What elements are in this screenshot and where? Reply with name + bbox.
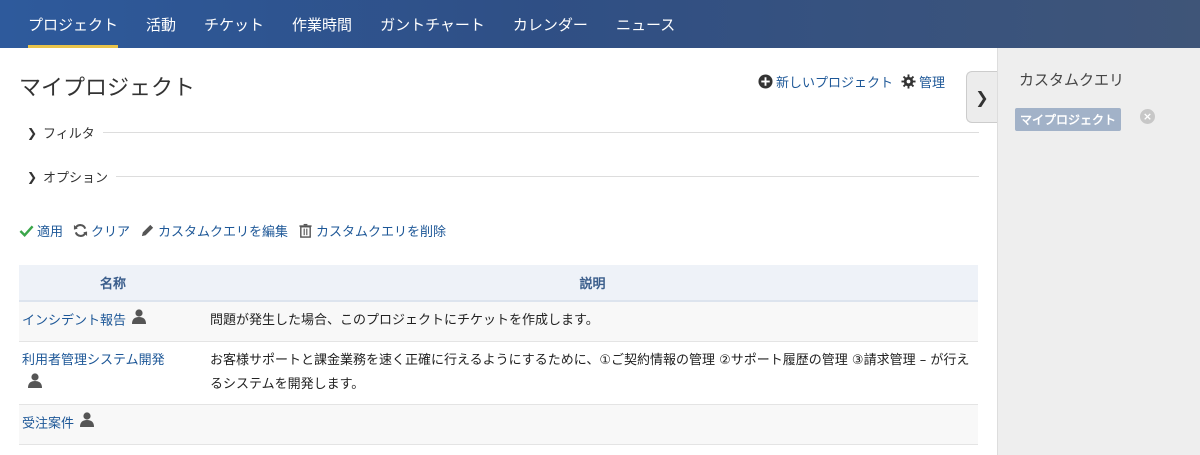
apply-label: 適用: [37, 225, 64, 240]
top-nav: プロジェクト 活動 チケット 作業時間 ガントチャート カレンダー ニュース: [0, 0, 1200, 48]
pencil-icon: [140, 223, 155, 238]
apply-link[interactable]: 適用: [19, 221, 63, 240]
query-actions: 適用 クリア カスタムクエリを編集 カスタムクエリを削除: [19, 221, 446, 240]
trash-icon: [298, 223, 313, 238]
filter-label: フィルタ: [43, 127, 95, 142]
sidebar-toggle-button[interactable]: ❯: [966, 71, 997, 123]
title-actions: 新しいプロジェクト 管理: [758, 72, 945, 91]
reload-icon: [73, 223, 88, 238]
admin-link[interactable]: 管理: [901, 72, 945, 91]
divider: [102, 132, 979, 133]
close-icon[interactable]: ×: [1140, 109, 1155, 124]
nav-item-calendar[interactable]: カレンダー: [499, 0, 602, 48]
new-project-label: 新しいプロジェクト: [775, 76, 893, 91]
checkmark-icon: [19, 223, 34, 238]
chevron-right-icon: ❯: [27, 169, 38, 184]
filter-section-toggle[interactable]: ❯ フィルタ: [19, 123, 979, 142]
project-link[interactable]: 受注案件: [22, 417, 74, 432]
table-row: インシデント報告 問題が発生した場合、このプロジェクトにチケットを作成します。: [19, 301, 978, 342]
page-title: マイプロジェクト: [19, 76, 196, 101]
project-description-cell: 問題が発生した場合、このプロジェクトにチケットを作成します。: [207, 301, 978, 342]
project-link[interactable]: 利用者管理システム開発: [22, 353, 165, 368]
projects-table: 名称 説明 インシデント報告 問題が発生した場合、このプロジェクトにチケットを作…: [19, 265, 978, 445]
project-link[interactable]: インシデント報告: [22, 314, 126, 329]
nav-item-issues[interactable]: チケット: [190, 0, 278, 48]
clear-link[interactable]: クリア: [73, 221, 130, 240]
column-header-name[interactable]: 名称: [19, 265, 207, 302]
chevron-right-icon: ❯: [27, 125, 38, 140]
user-icon: [80, 412, 95, 436]
sidebar: カスタムクエリ マイプロジェクト ×: [997, 48, 1200, 455]
project-description-cell: [207, 404, 978, 445]
nav-item-gantt[interactable]: ガントチャート: [366, 0, 499, 48]
plus-circle-icon: [758, 74, 773, 89]
table-row: 利用者管理システム開発 お客様サポートと課金業務を速く正確に行えるようにするため…: [19, 341, 978, 405]
user-icon: [132, 309, 147, 333]
edit-query-link[interactable]: カスタムクエリを編集: [140, 221, 288, 240]
divider: [116, 176, 979, 177]
options-label: オプション: [43, 171, 109, 186]
chevron-right-icon: ❯: [975, 87, 989, 107]
clear-label: クリア: [91, 225, 131, 240]
nav-item-projects[interactable]: プロジェクト: [14, 0, 132, 48]
project-description-cell: お客様サポートと課金業務を速く正確に行えるようにするために、①ご契約情報の管理 …: [207, 341, 978, 405]
delete-query-link[interactable]: カスタムクエリを削除: [298, 221, 446, 240]
gear-icon: [901, 74, 916, 89]
table-header-row: 名称 説明: [19, 265, 978, 302]
main-content: マイプロジェクト 新しいプロジェクト 管理 ❯ フィルタ ❯ オプション 適用 …: [0, 48, 997, 455]
admin-label: 管理: [918, 76, 945, 91]
new-project-link[interactable]: 新しいプロジェクト: [758, 72, 893, 91]
saved-query-link[interactable]: マイプロジェクト: [1015, 108, 1122, 131]
project-name-cell: 受注案件: [19, 404, 207, 445]
table-row: 受注案件: [19, 404, 978, 445]
edit-query-label: カスタムクエリを編集: [158, 225, 289, 240]
user-icon: [28, 372, 42, 397]
delete-query-label: カスタムクエリを削除: [316, 225, 447, 240]
nav-item-activity[interactable]: 活動: [132, 0, 190, 48]
column-header-description[interactable]: 説明: [207, 265, 978, 302]
project-name-cell: 利用者管理システム開発: [19, 341, 207, 405]
nav-item-time-entries[interactable]: 作業時間: [278, 0, 366, 48]
options-section-toggle[interactable]: ❯ オプション: [19, 167, 979, 186]
project-name-cell: インシデント報告: [19, 301, 207, 342]
nav-item-news[interactable]: ニュース: [602, 0, 689, 48]
sidebar-title: カスタムクエリ: [1019, 71, 1125, 89]
